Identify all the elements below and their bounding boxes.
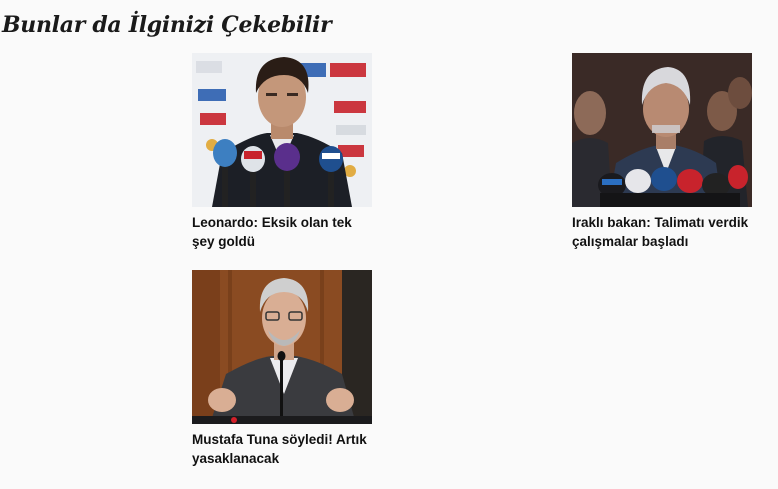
article-title[interactable]: Leonardo: Eksik olan tek şey goldü: [192, 213, 372, 251]
article-thumbnail[interactable]: [572, 53, 752, 207]
minister-press-photo-icon: [572, 53, 752, 207]
article-title[interactable]: Iraklı bakan: Talimatı verdik çalışmalar…: [572, 213, 752, 251]
article-thumbnail[interactable]: [192, 270, 372, 424]
article-title[interactable]: Mustafa Tuna söyledi! Artık yasaklanacak: [192, 430, 372, 468]
press-conference-photo-icon: [192, 53, 372, 207]
speaker-at-podium-photo-icon: [192, 270, 372, 424]
section-title: Bunlar da İlginizi Çekebilir: [2, 12, 332, 38]
article-card-iraqi-minister[interactable]: Iraklı bakan: Talimatı verdik çalışmalar…: [572, 53, 752, 251]
article-card-mustafa-tuna[interactable]: Mustafa Tuna söyledi! Artık yasaklanacak: [192, 270, 372, 468]
article-thumbnail[interactable]: [192, 53, 372, 207]
article-card-leonardo[interactable]: Leonardo: Eksik olan tek şey goldü: [192, 53, 372, 251]
